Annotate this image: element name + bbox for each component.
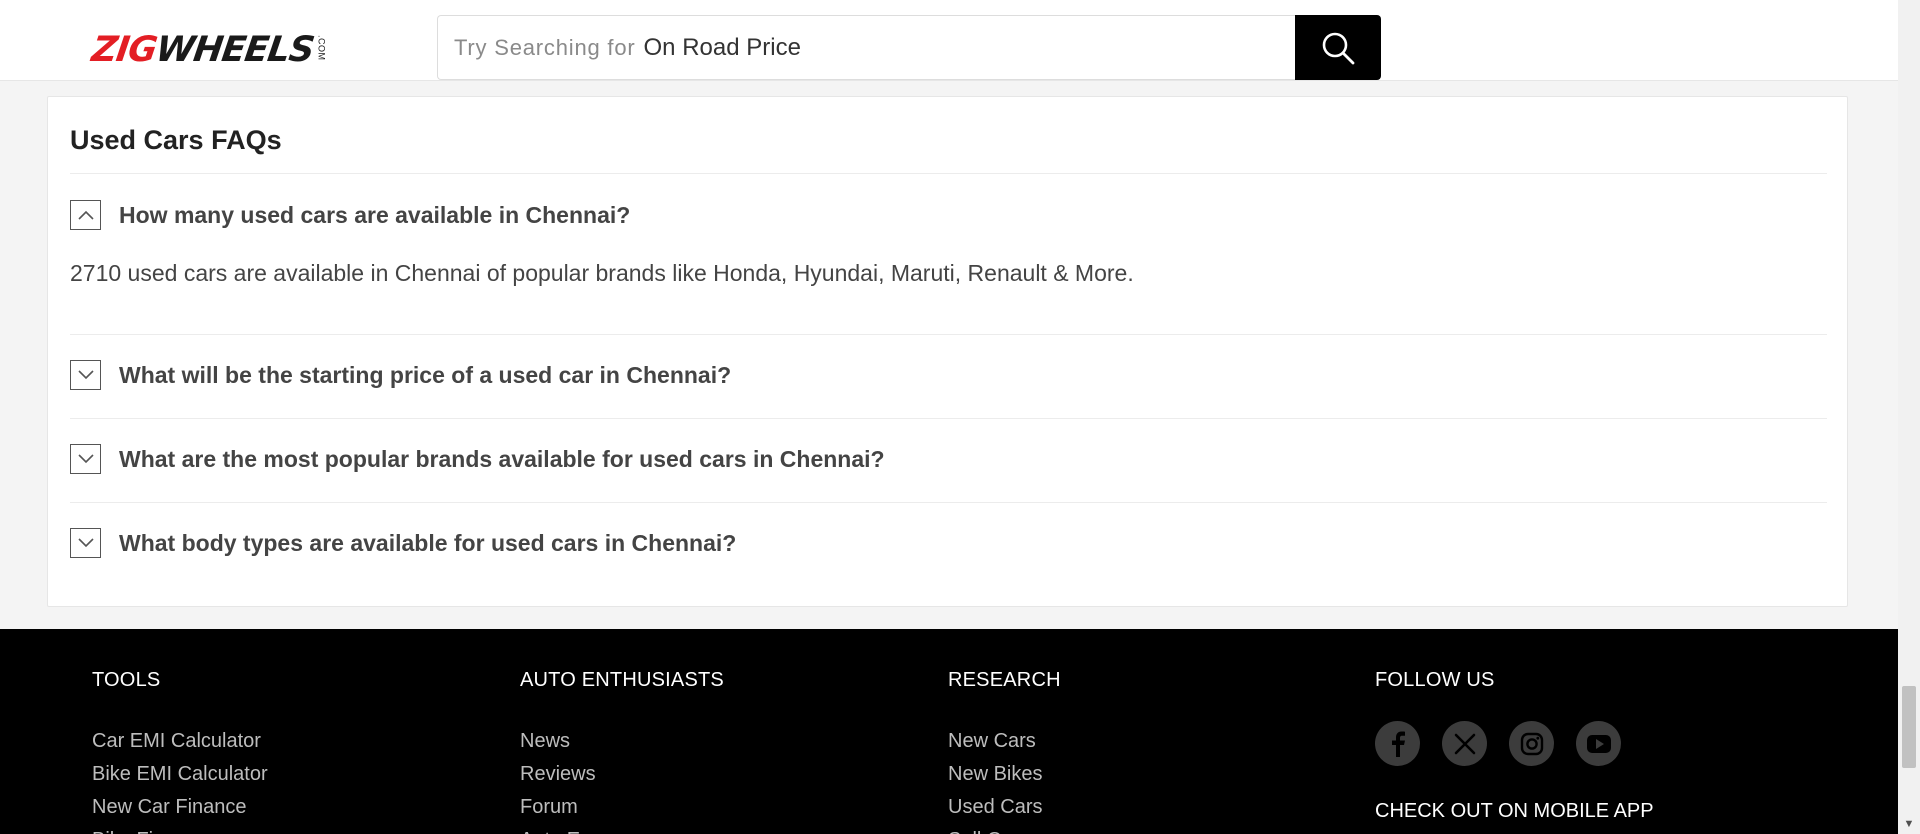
footer-link[interactable]: New Bikes [948, 758, 1061, 791]
scrollbar-thumb[interactable] [1902, 686, 1916, 768]
collapse-toggle[interactable] [70, 200, 101, 230]
faq-question: What are the most popular brands availab… [119, 445, 885, 472]
search-suggestion: On Road Price [643, 33, 801, 61]
expand-toggle[interactable] [70, 528, 101, 558]
chevron-up-icon [77, 210, 94, 220]
faq-question: What body types are available for used c… [119, 529, 737, 556]
footer-heading: FOLLOW US [1375, 669, 1495, 691]
footer-link[interactable]: New Cars [948, 725, 1061, 758]
facebook-icon[interactable] [1375, 721, 1420, 766]
faq-item-2[interactable]: What will be the starting price of a use… [70, 353, 1827, 397]
scroll-down-arrow-icon[interactable]: ▼ [1898, 818, 1920, 830]
chevron-down-icon [77, 370, 94, 380]
search-icon [1322, 32, 1355, 64]
divider [70, 418, 1827, 419]
footer-heading: AUTO ENTHUSIASTS [520, 669, 724, 691]
footer-link[interactable]: Bike Finance [92, 824, 268, 834]
youtube-icon[interactable] [1576, 721, 1621, 766]
search-placeholder: Try Searching for [454, 34, 636, 60]
site-header: ZIGWHEELS .COM Try Searching for On Road… [0, 0, 1898, 81]
footer-link[interactable]: Car EMI Calculator [92, 725, 268, 758]
footer-column-auto-enthusiasts: AUTO ENTHUSIASTS News Reviews Forum Auto… [520, 669, 724, 834]
page-scrollbar[interactable]: ▼ [1898, 0, 1920, 834]
footer-heading: RESEARCH [948, 669, 1061, 691]
faq-section: Used Cars FAQs How many used cars are av… [47, 96, 1848, 607]
faq-question: How many used cars are available in Chen… [119, 201, 631, 228]
footer-heading: TOOLS [92, 669, 161, 691]
zigwheels-logo[interactable]: ZIGWHEELS .COM [89, 30, 327, 70]
divider [70, 173, 1827, 174]
logo-wheels: WHEELS [153, 30, 317, 70]
logo-zig: ZIG [89, 30, 159, 70]
faq-question: What will be the starting price of a use… [119, 361, 732, 388]
footer-column-research: RESEARCH New Cars New Bikes Used Cars Se… [948, 669, 1061, 834]
search-bar: Try Searching for On Road Price [437, 15, 1381, 80]
footer-link[interactable]: News [520, 725, 724, 758]
divider [70, 334, 1827, 335]
expand-toggle[interactable] [70, 360, 101, 390]
chevron-down-icon [77, 538, 94, 548]
footer-link[interactable]: Sell Car [948, 824, 1061, 834]
expand-toggle[interactable] [70, 444, 101, 474]
instagram-icon[interactable] [1509, 721, 1554, 766]
footer-link[interactable]: Auto Expo [520, 824, 724, 834]
x-icon[interactable] [1442, 721, 1487, 766]
site-footer: TOOLS Car EMI Calculator Bike EMI Calcul… [0, 629, 1898, 834]
search-button[interactable] [1295, 15, 1381, 80]
footer-column-tools: TOOLS Car EMI Calculator Bike EMI Calcul… [92, 669, 268, 834]
footer-link[interactable]: Forum [520, 791, 724, 824]
social-links [1375, 721, 1654, 766]
mobile-app-heading: CHECK OUT ON MOBILE APP [1375, 800, 1654, 822]
footer-link[interactable]: Used Cars [948, 791, 1061, 824]
faq-title: Used Cars FAQs [70, 125, 282, 155]
faq-item-4[interactable]: What body types are available for used c… [70, 521, 1827, 565]
faq-item-3[interactable]: What are the most popular brands availab… [70, 437, 1827, 481]
chevron-down-icon [77, 454, 94, 464]
logo-com: .COM [316, 35, 327, 61]
footer-link[interactable]: New Car Finance [92, 791, 268, 824]
search-input[interactable]: Try Searching for On Road Price [437, 15, 1296, 80]
footer-column-follow-us: FOLLOW US CHECK OUT ON MOBILE APP [1375, 669, 1654, 823]
footer-link[interactable]: Bike EMI Calculator [92, 758, 268, 791]
faq-item-1[interactable]: How many used cars are available in Chen… [70, 193, 1827, 237]
divider [70, 502, 1827, 503]
footer-link[interactable]: Reviews [520, 758, 724, 791]
faq-answer: 2710 used cars are available in Chennai … [70, 260, 1134, 286]
